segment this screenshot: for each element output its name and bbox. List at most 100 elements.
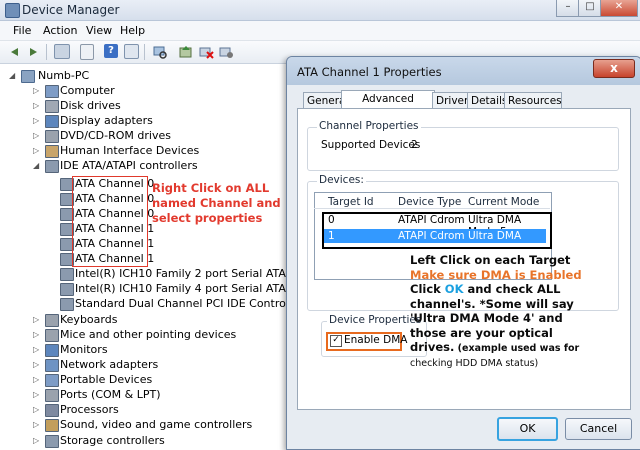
device-icon: [45, 115, 59, 128]
tree-item[interactable]: ▷ Monitors: [0, 342, 286, 357]
tab-driver[interactable]: Driver: [432, 92, 472, 109]
column-device-type[interactable]: Device Type: [398, 196, 461, 208]
tree-item-label: Keyboards: [60, 313, 118, 326]
tree-item-label: Disk drives: [60, 99, 121, 112]
device-icon: [45, 160, 59, 173]
expand-icon[interactable]: ▷: [33, 83, 39, 98]
tree-item-label: IDE ATA/ATAPI controllers: [60, 159, 198, 172]
dialog-title-bar: ATA Channel 1 Properties x: [287, 57, 640, 85]
expand-icon[interactable]: ▷: [33, 143, 39, 158]
device-icon: [45, 359, 59, 372]
tree-item-label: Display adapters: [60, 114, 153, 127]
device-icon: [45, 145, 59, 158]
expand-icon[interactable]: ▷: [33, 387, 39, 402]
tree-item[interactable]: ▷ Human Interface Devices: [0, 143, 286, 158]
tree-item-label: Mice and other pointing devices: [60, 328, 237, 341]
device-icon: [45, 374, 59, 387]
tree-item[interactable]: ▷ Sound, video and game controllers: [0, 417, 286, 432]
tab-details[interactable]: Details: [467, 92, 509, 109]
help-icon[interactable]: ?: [104, 44, 118, 58]
device-icon: [60, 268, 74, 281]
supported-devices-label: Supported Devices: [321, 139, 421, 151]
tree-item[interactable]: ▷ Network adapters: [0, 357, 286, 372]
device-icon: [45, 404, 59, 417]
minimize-button[interactable]: –: [556, 0, 580, 17]
tree-item-label: Processors: [60, 403, 119, 416]
toolbar-separator: [144, 44, 145, 60]
annotation-instructions: Left Click on each Target Make sure DMA …: [410, 253, 582, 369]
expand-icon[interactable]: ▷: [33, 372, 39, 387]
tree-item[interactable]: ▷ Mice and other pointing devices: [0, 327, 286, 342]
forward-icon[interactable]: [26, 44, 42, 60]
maximize-button[interactable]: □: [578, 0, 602, 17]
tree-item[interactable]: ▷ Keyboards: [0, 312, 286, 327]
enable-dma-checkbox[interactable]: ✓: [330, 335, 342, 347]
window-title: Device Manager: [22, 3, 120, 17]
expand-icon[interactable]: ▷: [33, 312, 39, 327]
device-icon: [45, 130, 59, 143]
disable-device-icon[interactable]: [218, 44, 234, 60]
expand-icon[interactable]: ▷: [33, 342, 39, 357]
collapse-icon[interactable]: ◢: [9, 68, 15, 83]
tab-resources[interactable]: Resources: [504, 92, 562, 109]
update-driver-icon[interactable]: [178, 44, 194, 60]
tree-item[interactable]: ▷ Storage controllers: [0, 433, 286, 448]
dialog-close-button[interactable]: x: [593, 59, 635, 78]
cancel-button[interactable]: Cancel: [565, 418, 632, 440]
expand-icon[interactable]: ▷: [33, 357, 39, 372]
show-hide-console-tree-icon[interactable]: [54, 44, 70, 59]
channel-properties-label: Channel Properties: [317, 120, 421, 132]
back-icon[interactable]: [6, 44, 22, 60]
device-manager-icon: [5, 3, 20, 18]
tree-item[interactable]: ▷ Display adapters: [0, 113, 286, 128]
menu-action[interactable]: Action: [43, 24, 77, 37]
tree-item[interactable]: Intel(R) ICH10 Family 4 port Serial ATA …: [0, 281, 344, 296]
menu-view[interactable]: View: [86, 24, 112, 37]
expand-icon[interactable]: ▷: [33, 417, 39, 432]
properties-icon[interactable]: [80, 44, 94, 60]
expand-icon[interactable]: ▷: [33, 113, 39, 128]
tab-advanced-settings[interactable]: Advanced Settings: [341, 90, 435, 121]
expand-icon[interactable]: ▷: [33, 327, 39, 342]
expand-icon[interactable]: ▷: [33, 433, 39, 448]
expand-icon[interactable]: ▷: [33, 98, 39, 113]
collapse-icon[interactable]: ◢: [33, 158, 39, 173]
dialog-title: ATA Channel 1 Properties: [297, 65, 442, 79]
tree-item[interactable]: ◢ IDE ATA/ATAPI controllers: [0, 158, 286, 173]
tree-item[interactable]: ▷ Ports (COM & LPT): [0, 387, 286, 402]
view-icon[interactable]: [124, 44, 139, 59]
device-icon: [45, 344, 59, 357]
tree-item[interactable]: Intel(R) ICH10 Family 2 port Serial ATA …: [0, 266, 344, 281]
device-icon: [45, 435, 59, 448]
menu-file[interactable]: File: [13, 24, 31, 37]
tree-item-label: DVD/CD-ROM drives: [60, 129, 171, 142]
scan-hardware-icon[interactable]: [152, 44, 168, 60]
highlight-box-targets: [322, 212, 552, 249]
supported-devices-value: 2: [411, 139, 418, 151]
title-bar: Device Manager – □ ✕: [0, 0, 640, 21]
tree-item-label: Monitors: [60, 343, 108, 356]
tree-item[interactable]: ▷ Computer: [0, 83, 286, 98]
expand-icon[interactable]: ▷: [33, 128, 39, 143]
tree-item-label: Standard Dual Channel PCI IDE Controller: [75, 297, 304, 310]
tree-item[interactable]: ▷ DVD/CD-ROM drives: [0, 128, 286, 143]
expand-icon[interactable]: ▷: [33, 402, 39, 417]
tree-item[interactable]: ▷ Portable Devices: [0, 372, 286, 387]
tree-item[interactable]: Standard Dual Channel PCI IDE Controller: [0, 296, 303, 311]
computer-icon: [21, 70, 35, 83]
enable-dma-label[interactable]: Enable DMA: [344, 334, 407, 346]
tab-general[interactable]: General: [303, 92, 348, 109]
column-current-mode[interactable]: Current Mode: [468, 196, 539, 208]
device-properties-label: Device Properties: [327, 314, 424, 326]
tree-item[interactable]: ▷ Processors: [0, 402, 286, 417]
tree-item[interactable]: ▷ Disk drives: [0, 98, 286, 113]
ok-button[interactable]: OK: [497, 417, 558, 441]
device-icon: [45, 389, 59, 402]
close-button[interactable]: ✕: [600, 0, 638, 17]
annotation-right-click: Right Click on ALL named Channel and sel…: [152, 181, 281, 225]
column-target-id[interactable]: Target Id: [328, 196, 374, 208]
device-icon: [60, 298, 74, 311]
tree-item-label: Network adapters: [60, 358, 159, 371]
menu-help[interactable]: Help: [120, 24, 145, 37]
uninstall-icon[interactable]: [198, 44, 214, 60]
